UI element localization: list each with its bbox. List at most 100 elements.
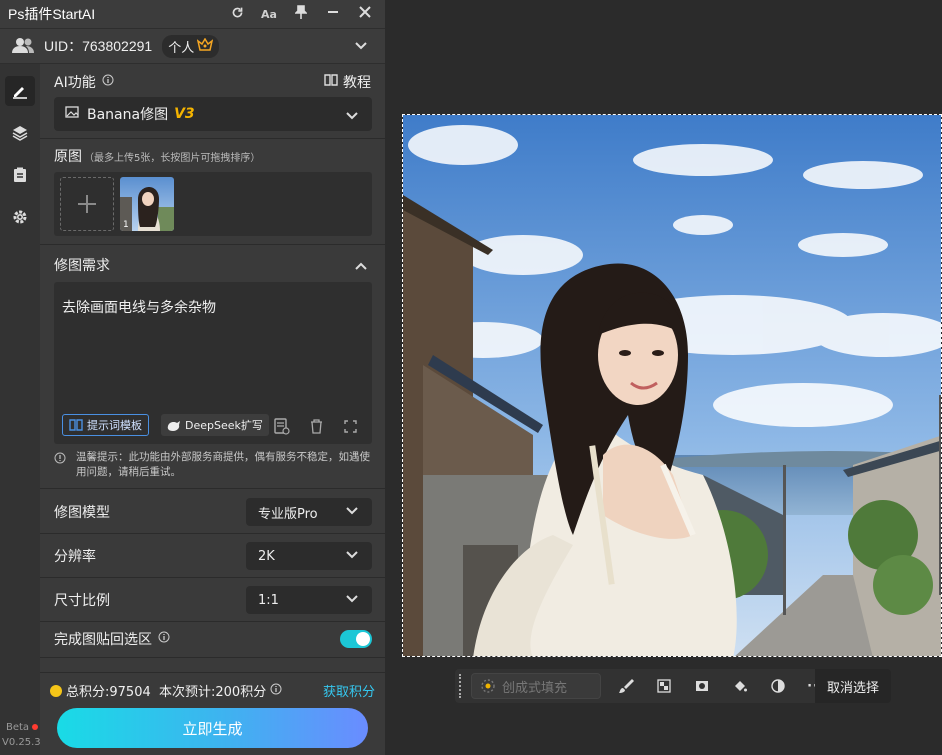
ratio-select[interactable]: 1:1 (246, 586, 372, 614)
tutorial-link[interactable]: 教程 (324, 72, 371, 92)
generative-fill-label: 创成式填充 (502, 680, 568, 696)
chevron-down-icon[interactable] (355, 39, 367, 54)
deepseek-expand-label: DeepSeek扩写 (185, 419, 263, 432)
divider (40, 657, 385, 658)
minimize-icon[interactable] (323, 6, 343, 22)
source-image-thumbnail[interactable]: 1 (120, 177, 174, 231)
credits-info: 总积分:97504 本次预计:200积分 (50, 681, 282, 700)
resolution-select[interactable]: 2K (246, 542, 372, 570)
toggle-knob (356, 632, 370, 646)
resolution-value: 2K (258, 548, 275, 564)
info-icon[interactable] (158, 631, 170, 647)
source-image-list: 1 (54, 172, 372, 236)
ratio-value: 1:1 (258, 592, 279, 608)
font-size-icon[interactable]: Aa (259, 8, 279, 21)
ai-model-version: V3 (174, 106, 195, 122)
plus-icon (78, 195, 96, 213)
clipboard-icon (14, 167, 26, 182)
adjustment-icon[interactable] (759, 679, 797, 693)
drag-handle[interactable] (459, 674, 463, 698)
sidebar-item-edit[interactable] (5, 76, 35, 106)
source-image-label: 原图 (54, 149, 82, 165)
crown-icon (197, 37, 214, 54)
generate-button-label: 立即生成 (182, 719, 243, 738)
resolution-setting-row: 分辨率 2K (54, 542, 372, 570)
trash-icon[interactable] (307, 417, 325, 435)
contextual-task-bar: 创成式填充 ··· 取消选择 (455, 669, 891, 703)
requirement-textarea[interactable]: 去除画面电线与多余杂物 提示词模板 DeepSeek扩写 (54, 282, 372, 444)
model-setting-label: 修图模型 (54, 505, 110, 521)
image-icon (65, 106, 79, 122)
generative-fill-button[interactable]: 创成式填充 (471, 673, 601, 699)
info-icon (54, 452, 66, 469)
prompt-template-label: 提示词模板 (87, 419, 142, 432)
canvas-selection[interactable] (402, 114, 942, 657)
resolution-label: 分辨率 (54, 549, 96, 565)
book-icon (324, 74, 338, 90)
tutorial-label: 教程 (343, 75, 371, 91)
prompt-template-button[interactable]: 提示词模板 (62, 414, 149, 436)
model-select-value: 专业版Pro (258, 506, 318, 522)
divider (40, 533, 385, 534)
ratio-label: 尺寸比例 (54, 593, 110, 609)
info-icon[interactable] (270, 683, 282, 699)
startai-panel: Ps插件StartAI Aa UID：763802291 个人 Beta V0.… (0, 0, 385, 755)
source-image-hint: （最多上传5张，长按图片可拖拽排序） (84, 152, 261, 164)
model-setting-row: 修图模型 专业版Pro (54, 498, 372, 526)
fill-bucket-icon[interactable] (721, 679, 759, 693)
chevron-up-icon[interactable] (355, 259, 367, 274)
book-icon (69, 419, 83, 431)
divider (40, 577, 385, 578)
paste-back-row: 完成图贴回选区 (54, 625, 372, 653)
plan-badge[interactable]: 个人 (162, 34, 220, 58)
users-icon (12, 37, 34, 56)
get-credits-link[interactable]: 获取积分 (323, 681, 375, 700)
gear-icon (13, 210, 27, 224)
sidebar-item-layers[interactable] (5, 118, 35, 148)
version-label: V0.25.3 (2, 737, 41, 748)
refresh-icon[interactable] (227, 6, 247, 23)
main-content: AI功能 教程 Banana修图 V3 原图 （最多上传5张，长按图片可拖拽排序… (40, 64, 385, 755)
add-image-button[interactable] (60, 177, 114, 231)
layer-mask-icon[interactable] (683, 680, 721, 692)
chevron-down-icon (346, 109, 358, 124)
footer: 总积分:97504 本次预计:200积分 获取积分 立即生成 (40, 672, 385, 755)
mask-icon[interactable] (645, 679, 683, 693)
canvas-photo (403, 115, 941, 656)
title-bar-icons: Aa (227, 0, 375, 28)
edit-icon (13, 87, 27, 99)
whale-icon (167, 420, 180, 431)
chevron-down-icon (346, 592, 358, 607)
plan-badge-label: 个人 (168, 39, 195, 55)
model-select[interactable]: 专业版Pro (246, 498, 372, 526)
chevron-down-icon (346, 504, 358, 519)
sidebar-item-clipboard[interactable] (5, 160, 35, 190)
close-icon[interactable] (355, 6, 375, 22)
beta-label: Beta (6, 722, 38, 733)
brush-icon[interactable] (607, 678, 645, 694)
user-bar[interactable]: UID：763802291 个人 (0, 28, 385, 64)
paste-back-toggle[interactable] (340, 630, 372, 648)
beta-dot (32, 724, 38, 730)
deepseek-expand-button[interactable]: DeepSeek扩写 (161, 414, 269, 436)
chevron-down-icon (346, 548, 358, 563)
deselect-label: 取消选择 (826, 680, 879, 696)
divider (40, 488, 385, 489)
generate-button[interactable]: 立即生成 (57, 708, 368, 748)
deselect-button[interactable]: 取消选择 (815, 669, 891, 703)
pin-icon[interactable] (291, 5, 311, 23)
divider (40, 621, 385, 622)
coin-icon (50, 684, 62, 697)
layers-icon (12, 126, 28, 141)
uid-label: UID：763802291 (44, 38, 153, 54)
paste-back-label: 完成图贴回选区 (54, 632, 152, 648)
credits-text: 总积分:97504 本次预计:200积分 (66, 685, 267, 700)
fullscreen-icon[interactable] (341, 417, 359, 435)
sidebar-item-settings[interactable] (5, 202, 35, 232)
requirement-label: 修图需求 (54, 258, 110, 274)
info-icon[interactable] (102, 74, 114, 90)
history-icon[interactable] (273, 417, 291, 435)
ai-function-label: AI功能 (54, 75, 96, 91)
ai-model-name: Banana修图 (87, 107, 169, 123)
ai-model-select[interactable]: Banana修图 V3 (54, 97, 372, 131)
